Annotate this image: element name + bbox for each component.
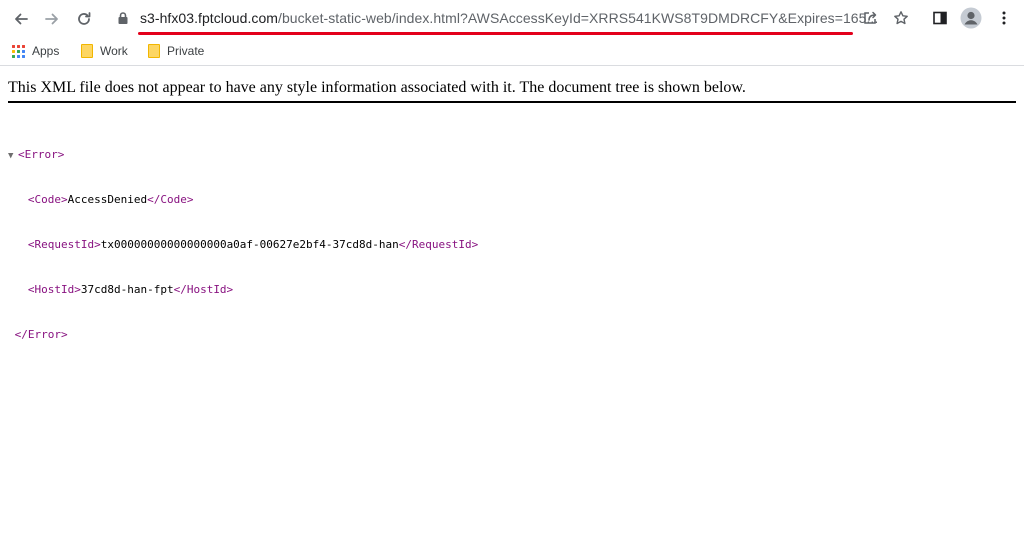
reload-button[interactable] — [71, 6, 97, 32]
xml-document-tree: ▼ <Error> <Code>AccessDenied</Code> <Requ… — [8, 117, 478, 372]
tree-line-error-open: ▼ <Error> — [8, 147, 478, 162]
profile-button[interactable] — [959, 6, 983, 30]
tag-hostid-close: </HostId> — [173, 283, 234, 296]
share-button[interactable] — [858, 6, 882, 30]
tag-code-close: </Code> — [147, 193, 194, 206]
bookmark-label: Private — [167, 44, 205, 58]
url-path: /bucket-static-web/index.html?AWSAccessK… — [278, 10, 879, 26]
tag-requestid-close: </RequestId> — [398, 238, 479, 251]
side-panel-button[interactable] — [928, 6, 952, 30]
bookmark-folder-private[interactable]: Private — [148, 42, 204, 60]
url-host: s3-hfx03.fptcloud.com — [140, 10, 279, 26]
arrow-left-icon — [15, 13, 28, 25]
avatar-icon — [960, 7, 982, 29]
folder-icon — [81, 44, 93, 58]
back-button[interactable] — [8, 6, 34, 32]
bookmark-label: Apps — [32, 44, 60, 58]
apps-grid-icon — [12, 44, 25, 58]
host-id-value: 37cd8d-han-fpt — [80, 283, 174, 296]
tag-error-open: <Error> — [18, 148, 65, 161]
red-underline-annotation — [138, 32, 853, 35]
tag-code-open: <Code> — [27, 193, 68, 206]
more-vertical-icon — [1002, 11, 1006, 25]
address-bar[interactable]: s3-hfx03.fptcloud.com/bucket-static-web/… — [108, 3, 880, 35]
arrow-right-icon — [45, 13, 58, 25]
xml-style-info-banner: This XML file does not appear to have an… — [8, 79, 1016, 103]
forward-button[interactable] — [39, 6, 65, 32]
request-id-value: tx00000000000000000a0af-00627e2bf4-37cd8… — [100, 238, 399, 251]
bookmark-folder-work[interactable]: Work — [81, 42, 128, 60]
folder-icon — [148, 44, 160, 58]
tag-hostid-open: <HostId> — [27, 283, 81, 296]
tree-line-host-id: <HostId>37cd8d-han-fpt</HostId> — [8, 282, 478, 297]
menu-button[interactable] — [992, 6, 1016, 30]
side-panel-icon — [933, 11, 947, 25]
code-value: AccessDenied — [67, 193, 148, 206]
bookmarks-bar: Apps Work Private — [0, 36, 1024, 66]
collapse-triangle-icon[interactable]: ▼ — [8, 149, 18, 164]
tag-requestid-open: <RequestId> — [27, 238, 101, 251]
bookmark-apps[interactable]: Apps — [12, 42, 59, 60]
tree-line-code: <Code>AccessDenied</Code> — [8, 192, 478, 207]
tree-line-error-close: </Error> — [8, 327, 478, 342]
star-icon — [894, 11, 908, 25]
lock-icon[interactable] — [116, 11, 130, 25]
browser-toolbar: s3-hfx03.fptcloud.com/bucket-static-web/… — [0, 0, 1024, 36]
url-text[interactable]: s3-hfx03.fptcloud.com/bucket-static-web/… — [140, 10, 878, 26]
bookmark-label: Work — [100, 44, 128, 58]
reload-icon — [78, 12, 91, 25]
tree-line-request-id: <RequestId>tx00000000000000000a0af-00627… — [8, 237, 478, 252]
tag-error-close: </Error> — [14, 328, 68, 341]
page-content: This XML file does not appear to have an… — [0, 67, 1024, 538]
share-icon — [864, 11, 877, 24]
bookmark-star-button[interactable] — [889, 6, 913, 30]
